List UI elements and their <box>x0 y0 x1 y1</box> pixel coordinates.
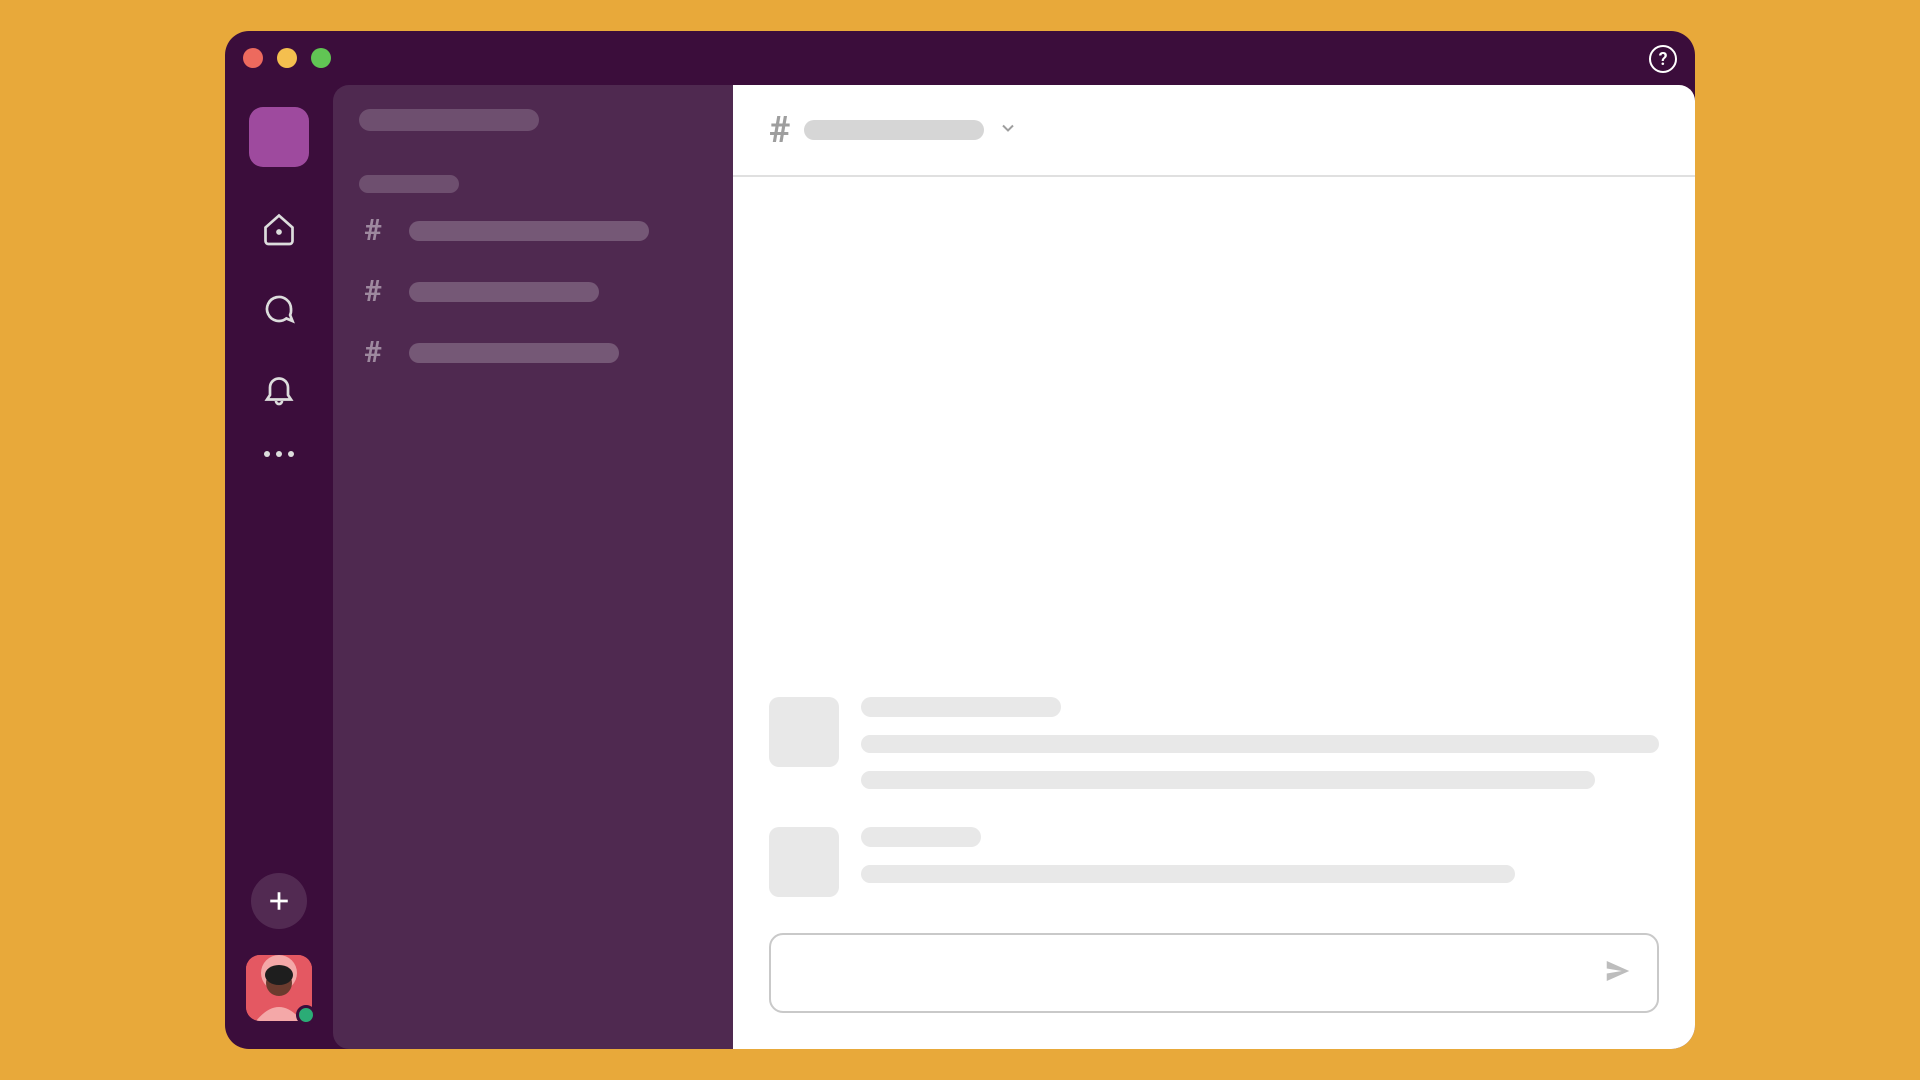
window-maximize-button[interactable] <box>311 48 331 68</box>
channel-header[interactable]: # <box>733 85 1695 177</box>
rail-bottom <box>246 873 312 1049</box>
nav-activity[interactable] <box>261 371 297 407</box>
message <box>769 827 1659 897</box>
nav-dms[interactable] <box>261 291 297 327</box>
send-icon <box>1603 956 1633 986</box>
app-window: ? <box>225 31 1695 1049</box>
composer-area <box>733 933 1695 1049</box>
chevron-down-icon <box>998 118 1018 142</box>
more-icon <box>288 451 294 457</box>
channel-sidebar: # # # <box>333 85 733 1049</box>
message-text-line <box>861 865 1515 883</box>
presence-indicator <box>296 1005 316 1025</box>
workspace-title[interactable] <box>359 109 539 131</box>
chat-icon <box>261 291 297 327</box>
channel-name <box>409 221 649 241</box>
hash-icon: # <box>359 274 387 309</box>
help-button[interactable]: ? <box>1649 45 1677 73</box>
message-avatar[interactable] <box>769 697 839 767</box>
create-button[interactable] <box>251 873 307 929</box>
bell-icon <box>261 371 297 407</box>
message-body <box>861 697 1659 789</box>
hash-icon: # <box>769 109 790 151</box>
section-label[interactable] <box>359 175 459 193</box>
channel-item[interactable]: # <box>359 335 707 370</box>
message-author[interactable] <box>861 697 1061 717</box>
hash-icon: # <box>359 213 387 248</box>
main-pane: # <box>733 85 1695 1049</box>
window-minimize-button[interactable] <box>277 48 297 68</box>
message-text-line <box>861 771 1595 789</box>
channel-item[interactable]: # <box>359 274 707 309</box>
hash-icon: # <box>359 335 387 370</box>
nav-home[interactable] <box>261 211 297 247</box>
workspace-switcher[interactable] <box>249 107 309 167</box>
titlebar: ? <box>225 31 1695 85</box>
more-icon <box>276 451 282 457</box>
message-author[interactable] <box>861 827 981 847</box>
more-icon <box>264 451 270 457</box>
message-text-line <box>861 735 1659 753</box>
message-list <box>733 177 1695 933</box>
user-menu[interactable] <box>246 955 312 1021</box>
message-composer[interactable] <box>769 933 1659 1013</box>
channel-title <box>804 120 984 140</box>
message-avatar[interactable] <box>769 827 839 897</box>
home-icon <box>261 211 297 247</box>
message <box>769 697 1659 789</box>
channel-name <box>409 282 599 302</box>
channel-item[interactable]: # <box>359 213 707 248</box>
channel-list: # # # <box>359 213 707 370</box>
channel-name <box>409 343 619 363</box>
help-icon: ? <box>1659 49 1668 70</box>
window-close-button[interactable] <box>243 48 263 68</box>
message-input[interactable] <box>795 962 1603 985</box>
message-body <box>861 827 1659 897</box>
plus-icon <box>264 886 294 916</box>
sidebar-section: # # # <box>359 175 707 370</box>
traffic-lights <box>243 48 331 68</box>
left-rail <box>225 85 333 1049</box>
send-button[interactable] <box>1603 956 1633 990</box>
app-body: # # # # <box>225 85 1695 1049</box>
nav-more[interactable] <box>264 451 294 457</box>
